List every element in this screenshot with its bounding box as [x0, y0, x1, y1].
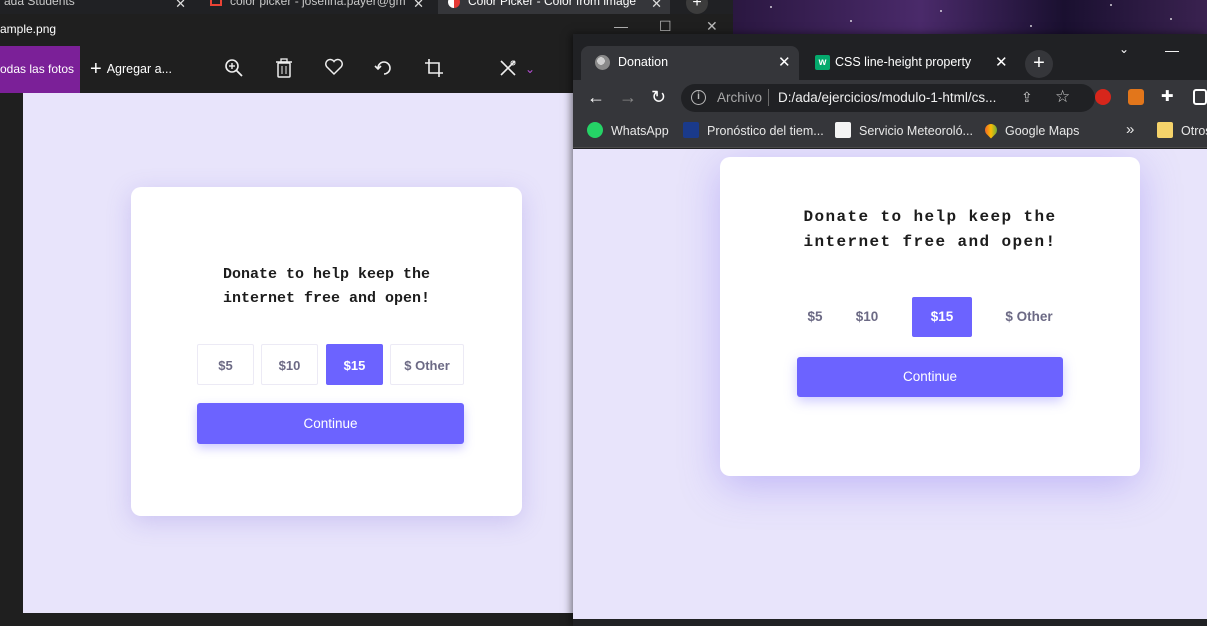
- page-viewport: Donate to help keep the internet free an…: [573, 149, 1207, 619]
- headline-line: internet free and open!: [222, 290, 431, 307]
- address-bar[interactable]: i Archivo D:/ada/ejercicios/modulo-1-htm…: [681, 84, 1095, 112]
- tab-donation[interactable]: Donation ✕: [581, 46, 799, 80]
- background-browser-tabstrip: ada Students ✕ color picker - josefina.p…: [0, 0, 733, 14]
- bookmark-weather[interactable]: Pronóstico del tiem...: [683, 122, 824, 139]
- bookmark-label: Google Maps: [1005, 124, 1080, 138]
- file-name: ample.png: [0, 22, 57, 36]
- amount-option-10[interactable]: $10: [848, 297, 886, 337]
- donation-card: Donate to help keep the internet free an…: [720, 157, 1140, 476]
- amount-option-15[interactable]: $15: [912, 297, 972, 337]
- close-icon[interactable]: ✕: [651, 0, 662, 12]
- background-tab[interactable]: Color Picker - Color from image ✕: [438, 0, 670, 14]
- tab-title: Color Picker - Color from image: [468, 0, 637, 8]
- weather-channel-icon: [683, 122, 699, 139]
- plus-icon: +: [90, 58, 102, 81]
- amount-option-15: $15: [326, 344, 383, 385]
- gmail-icon: [210, 0, 222, 7]
- forward-arrow-icon[interactable]: →: [619, 87, 637, 108]
- more-bookmarks-button[interactable]: »: [1126, 121, 1134, 138]
- url-text: D:/ada/ejercicios/modulo-1-html/cs...: [778, 90, 997, 105]
- minimize-icon[interactable]: —: [614, 18, 628, 34]
- tab-title: ada Students: [4, 0, 75, 8]
- crop-icon[interactable]: [423, 58, 445, 80]
- omnibox-divider: [768, 89, 769, 106]
- donation-headline: Donate to help keep the internet free an…: [720, 205, 1140, 255]
- puzzle-icon[interactable]: ✚: [1161, 89, 1177, 105]
- other-bookmarks[interactable]: Otros: [1157, 122, 1207, 139]
- tab-title: color picker - josefina.payer@gm: [230, 0, 406, 8]
- share-icon[interactable]: ⇪: [1021, 89, 1033, 106]
- file-scheme-label: Archivo: [717, 90, 763, 105]
- add-to-label: Agregar a...: [106, 62, 173, 76]
- amount-option-other: $ Other: [390, 344, 464, 385]
- zoom-in-icon[interactable]: [223, 58, 245, 80]
- background-tab[interactable]: color picker - josefina.payer@gm ✕: [206, 0, 430, 14]
- bookmark-label: Pronóstico del tiem...: [707, 124, 824, 138]
- all-photos-button[interactable]: odas las fotos: [0, 46, 80, 93]
- extension-icon[interactable]: [1095, 89, 1111, 105]
- bookmark-meteorological[interactable]: Servicio Meteoroló...: [835, 122, 973, 139]
- info-icon[interactable]: i: [691, 90, 706, 105]
- tab-search-icon[interactable]: ⌄: [1119, 42, 1129, 56]
- amount-option-other[interactable]: $ Other: [996, 297, 1062, 337]
- bookmark-label: Otros: [1181, 124, 1207, 138]
- amount-option-5[interactable]: $5: [798, 297, 832, 337]
- donation-headline: Donate to help keep the internet free an…: [131, 263, 522, 311]
- amount-option-10: $10: [261, 344, 318, 385]
- tab-title: CSS line-height property: [835, 55, 972, 69]
- globe-icon: [595, 55, 610, 70]
- continue-button[interactable]: Continue: [797, 357, 1063, 397]
- close-tab-icon[interactable]: ✕: [778, 53, 791, 71]
- amount-option-5: $5: [197, 344, 254, 385]
- add-to-button[interactable]: + Agregar a...: [90, 46, 172, 93]
- meteorological-icon: [835, 122, 851, 139]
- bookmarks-bar: WhatsApp Pronóstico del tiem... Servicio…: [573, 116, 1207, 148]
- continue-button-preview: Continue: [197, 403, 464, 444]
- minimize-icon[interactable]: —: [1165, 42, 1179, 58]
- headline-line: internet free and open!: [803, 233, 1057, 251]
- bookmark-label: Servicio Meteoroló...: [859, 124, 973, 138]
- close-tab-icon[interactable]: ✕: [995, 53, 1008, 71]
- heart-icon[interactable]: [323, 58, 345, 80]
- close-icon[interactable]: ✕: [413, 0, 424, 12]
- headline-line: Donate to help keep the: [222, 266, 431, 283]
- trash-icon[interactable]: [273, 58, 295, 80]
- close-icon[interactable]: ✕: [175, 0, 186, 12]
- google-maps-icon: [982, 121, 1000, 139]
- chrome-tab-strip: Donation ✕ w CSS line-height property ✕ …: [573, 34, 1207, 80]
- tab-css-line-height[interactable]: w CSS line-height property ✕: [801, 46, 1017, 80]
- chrome-window: Donation ✕ w CSS line-height property ✕ …: [573, 34, 1207, 626]
- bookmark-star-icon[interactable]: ☆: [1055, 87, 1070, 107]
- desktop-wallpaper: [730, 0, 1207, 34]
- close-icon[interactable]: ✕: [706, 18, 718, 35]
- whatsapp-icon: [587, 122, 603, 139]
- back-arrow-icon[interactable]: ←: [587, 87, 605, 108]
- rotate-icon[interactable]: [373, 58, 395, 80]
- chevron-down-icon[interactable]: ⌄: [519, 58, 541, 80]
- donation-card-preview: Donate to help keep the internet free an…: [131, 187, 522, 516]
- w3schools-icon: w: [815, 55, 830, 70]
- new-tab-button[interactable]: +: [1025, 50, 1053, 78]
- headline-line: Donate to help keep the: [803, 208, 1057, 226]
- bookmark-whatsapp[interactable]: WhatsApp: [587, 122, 669, 139]
- chrome-toolbar: ← → ↻ i Archivo D:/ada/ejercicios/modulo…: [573, 80, 1207, 116]
- metamask-icon[interactable]: [1128, 89, 1144, 105]
- new-tab-button[interactable]: +: [686, 0, 708, 14]
- tab-title: Donation: [618, 55, 669, 69]
- edit-icon[interactable]: [497, 58, 519, 80]
- bookmark-label: WhatsApp: [611, 124, 669, 138]
- maximize-icon[interactable]: ☐: [659, 18, 672, 35]
- background-tab[interactable]: ada Students ✕: [0, 0, 192, 14]
- folder-icon: [1157, 122, 1173, 139]
- sidebar-icon[interactable]: [1193, 89, 1207, 105]
- bookmark-google-maps[interactable]: Google Maps: [982, 121, 1080, 139]
- color-picker-icon: [448, 0, 460, 8]
- reload-icon[interactable]: ↻: [651, 87, 666, 108]
